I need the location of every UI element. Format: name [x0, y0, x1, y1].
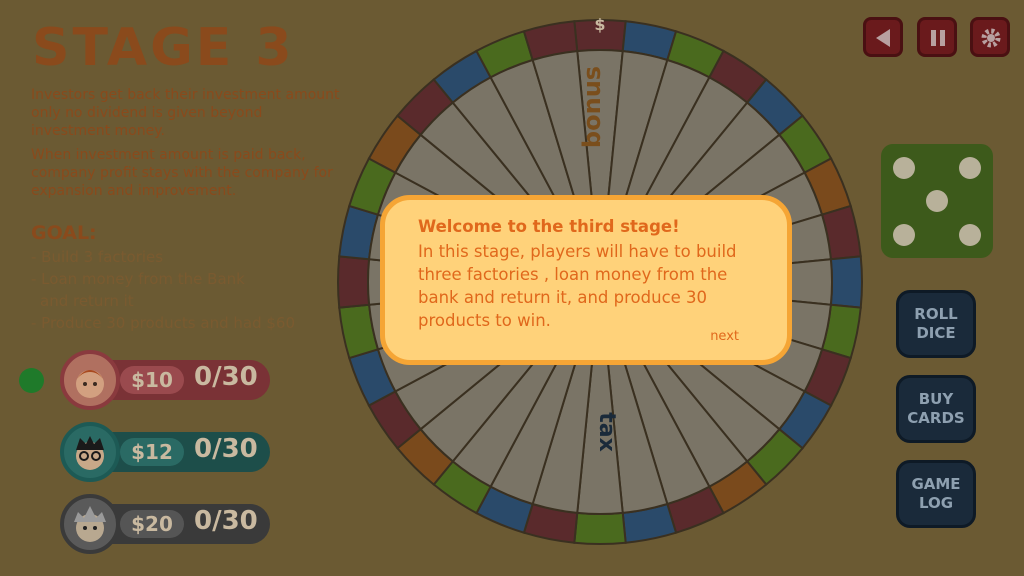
- board-top-label: bonus: [578, 66, 606, 148]
- board-outer-space: [337, 255, 371, 309]
- dice-pip: [926, 190, 948, 212]
- player-3-score: 0/30: [194, 506, 258, 536]
- player-2-panel: $12 0/30: [60, 422, 272, 482]
- dialog-body: In this stage, players will have to buil…: [418, 242, 737, 330]
- settings-button[interactable]: [970, 17, 1010, 57]
- dice-pip: [893, 157, 915, 179]
- board-outer-space: [573, 511, 627, 545]
- goal-item: and return it: [40, 292, 134, 310]
- player-2-money: $12: [120, 438, 184, 466]
- dialog-title: Welcome to the third stage!: [418, 217, 680, 236]
- player-3-panel: $20 0/30: [60, 494, 272, 554]
- board-money-symbol: $: [594, 15, 605, 34]
- board-bottom-label: tax: [594, 412, 619, 452]
- goal-heading: GOAL:: [31, 222, 97, 244]
- pause-button[interactable]: [917, 17, 957, 57]
- game-log-button[interactable]: GAME LOG: [896, 460, 976, 528]
- board-outer-space: [829, 255, 863, 309]
- goal-item: - Loan money from the Bank: [31, 270, 245, 288]
- dice-pip: [959, 157, 981, 179]
- gear-icon: [981, 28, 1001, 48]
- roll-dice-button[interactable]: ROLL DICE: [896, 290, 976, 358]
- player-1-avatar: [60, 350, 120, 410]
- dice-pip: [893, 224, 915, 246]
- next-link[interactable]: next: [710, 329, 739, 344]
- rules-paragraph-1: Investors get back their investment amou…: [31, 87, 340, 139]
- current-turn-indicator: [19, 368, 44, 393]
- player-1-money: $10: [120, 366, 184, 394]
- dice-pip: [959, 224, 981, 246]
- pause-icon: [931, 30, 945, 46]
- player-2-score: 0/30: [194, 434, 258, 464]
- stage-title: STAGE 3: [32, 18, 295, 78]
- player-1-score: 0/30: [194, 362, 258, 392]
- player-3-avatar: [60, 494, 120, 554]
- goal-item: - Build 3 factories: [31, 248, 164, 266]
- player-1-panel: $10 0/30: [60, 350, 272, 410]
- goal-item: - Produce 30 products and had $60: [31, 314, 295, 332]
- dice[interactable]: [881, 144, 993, 258]
- buy-cards-button[interactable]: BUY CARDS: [896, 375, 976, 443]
- rules-paragraph-2: When investment amount is paid back, com…: [31, 147, 333, 199]
- player-3-money: $20: [120, 510, 184, 538]
- welcome-dialog: Welcome to the third stage! In this stag…: [380, 195, 792, 365]
- player-2-avatar: [60, 422, 120, 482]
